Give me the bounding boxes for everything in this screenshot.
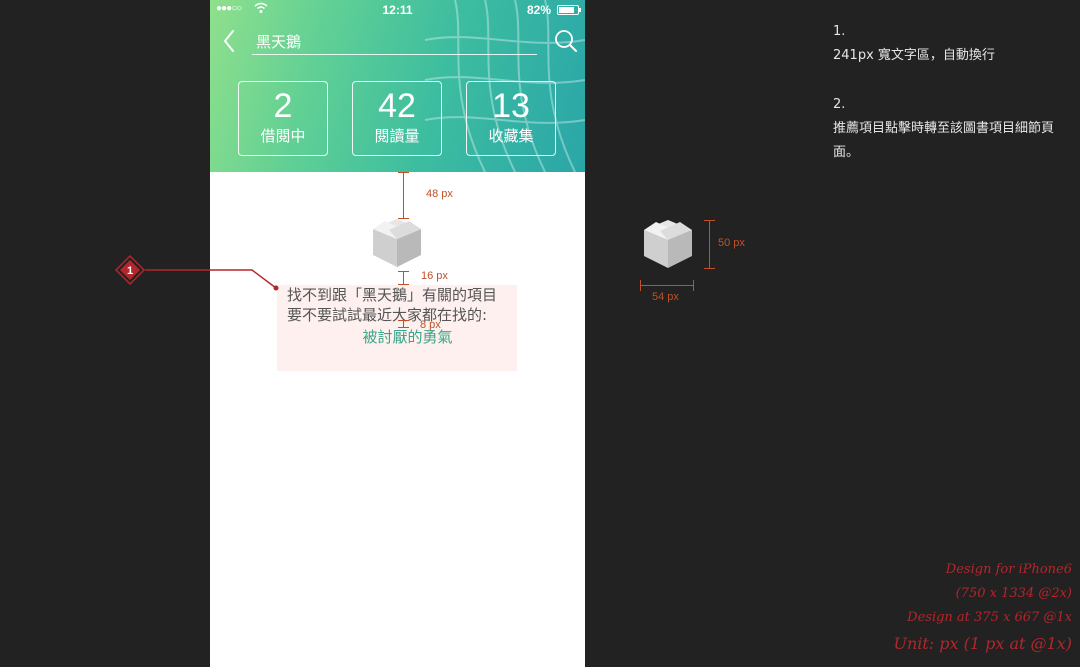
- callout-pointer-line: [145, 269, 279, 291]
- icon-spec-box-icon: [644, 220, 692, 268]
- icon-height-label: 50 px: [718, 237, 745, 249]
- spacing-label-icon: 16 px: [421, 270, 448, 282]
- battery-percent: 82%: [526, 3, 551, 17]
- stat-borrowing-label: 借閱中: [260, 127, 306, 145]
- empty-message-line2: 要不要試試最近大家都在找的:: [287, 306, 488, 324]
- stat-read-count[interactable]: 42 閱讀量: [352, 81, 442, 156]
- empty-box-icon: [373, 219, 421, 267]
- battery-icon: [557, 5, 581, 15]
- status-bar: ●●●○○ 12:11 82%: [210, 0, 585, 20]
- note-1-text: 241px 寬文字區，自動換行: [833, 48, 995, 63]
- spacing-tick: [398, 320, 409, 321]
- callout-marker-number: 1: [127, 265, 133, 277]
- spacing-tick: [398, 271, 409, 272]
- stat-collections-value: 13: [492, 87, 530, 125]
- stat-read-count-value: 42: [378, 87, 416, 125]
- suggested-book-link[interactable]: 被討厭的勇氣: [287, 327, 528, 347]
- search-icon[interactable]: [554, 29, 578, 53]
- spacing-label-top: 48 px: [426, 188, 453, 200]
- note-1-index: 1.: [833, 24, 846, 39]
- search-input[interactable]: 黑天鵝: [252, 28, 537, 55]
- icon-width-tick: [693, 280, 694, 291]
- design-target-device: Design for iPhone6: [945, 562, 1072, 577]
- stat-collections[interactable]: 13 收藏集: [466, 81, 556, 156]
- design-notes: 1. 241px 寬文字區，自動換行 2. 推薦項目點擊時轉至該圖書項目細節頁面…: [833, 20, 1078, 165]
- stat-collections-label: 收藏集: [488, 127, 534, 145]
- note-2-index: 2.: [833, 97, 846, 112]
- spacing-tick: [398, 172, 409, 173]
- header-banner: ●●●○○ 12:11 82% 黑天鵝 2 借閱中 42 閱讀量 13 收藏集: [210, 0, 585, 172]
- icon-width-tick: [640, 280, 641, 291]
- search-query-text: 黑天鵝: [256, 33, 302, 51]
- phone-screen: ●●●○○ 12:11 82% 黑天鵝 2 借閱中 42 閱讀量 13 收藏集 …: [210, 0, 585, 667]
- icon-height-tick: [704, 268, 715, 269]
- spacing-line-icon: [403, 271, 404, 285]
- icon-width-label: 54 px: [652, 291, 679, 303]
- stat-borrowing-value: 2: [273, 87, 293, 125]
- empty-message: 找不到跟「黑天鵝」有關的項目 要不要試試最近大家都在找的:: [287, 285, 528, 325]
- spacing-line-top: [403, 172, 404, 219]
- design-scale: Design at 375 x 667 @1x: [907, 610, 1072, 625]
- back-chevron-icon[interactable]: [220, 28, 240, 54]
- stat-borrowing[interactable]: 2 借閱中: [238, 81, 328, 156]
- design-unit: Unit: px (1 px at @1x): [893, 634, 1072, 653]
- stat-read-count-label: 閱讀量: [374, 127, 420, 145]
- icon-height-tick: [704, 220, 715, 221]
- design-resolution: (750 x 1334 @2x): [955, 586, 1072, 601]
- icon-width-line: [640, 285, 694, 286]
- icon-height-line: [709, 220, 710, 269]
- empty-message-line1: 找不到跟「黑天鵝」有關的項目: [287, 286, 498, 304]
- note-2-text: 推薦項目點擊時轉至該圖書項目細節頁面。: [833, 121, 1055, 160]
- callout-marker-icon: 1: [115, 255, 145, 285]
